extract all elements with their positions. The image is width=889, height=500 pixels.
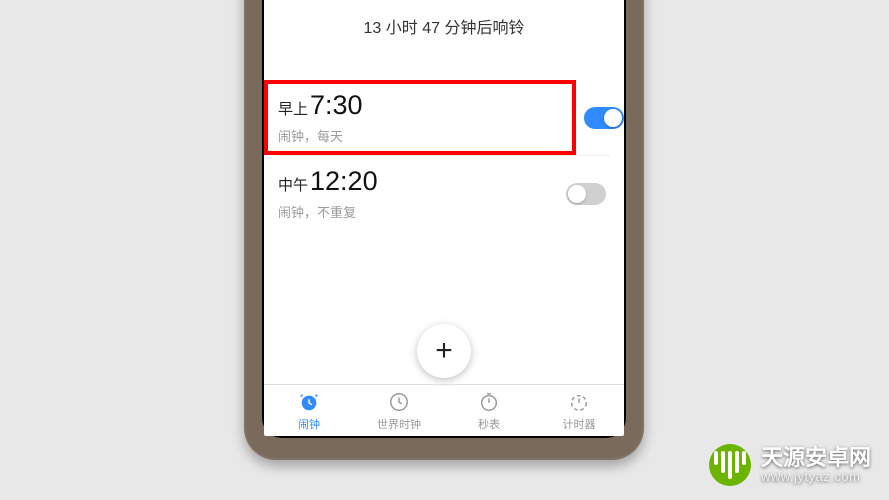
tab-label: 计时器: [563, 416, 596, 432]
toggle-knob: [604, 109, 622, 127]
app-screen: 傍晚 6:12:02 13 小时 47 分钟后响铃 早上 7:30 闹钟，每天: [264, 0, 624, 436]
tab-world-clock[interactable]: 世界时钟: [354, 391, 444, 432]
timer-icon: [568, 391, 590, 413]
alarm-time-value: 12:20: [310, 166, 378, 197]
tab-bar: 闹钟 世界时钟 秒表 计时器: [264, 384, 624, 436]
alarm-row-1[interactable]: 早上 7:30 闹钟，每天: [264, 80, 624, 155]
alarm-icon: [298, 391, 320, 413]
watermark-text: 天源安卓网 www.jytyaz.com: [761, 445, 871, 485]
tab-alarm[interactable]: 闹钟: [264, 391, 354, 432]
alarm-info: 早上 7:30 闹钟，每天: [278, 90, 558, 145]
alarm-toggle[interactable]: [584, 107, 624, 129]
alarm-time: 早上 7:30: [278, 90, 558, 121]
alarm-time-value: 7:30: [310, 90, 363, 121]
alarm-row-2[interactable]: 中午 12:20 闹钟，不重复: [264, 156, 624, 231]
stopwatch-icon: [478, 391, 500, 413]
world-clock-icon: [388, 391, 410, 413]
tab-label: 世界时钟: [377, 416, 421, 432]
fab-area: +: [264, 316, 624, 384]
tab-label: 闹钟: [298, 416, 320, 432]
alarm-subtitle: 闹钟，每天: [278, 126, 558, 145]
tab-label: 秒表: [478, 416, 500, 432]
alarm-subtitle: 闹钟，不重复: [278, 202, 566, 221]
next-alarm-hint: 13 小时 47 分钟后响铃: [264, 14, 624, 38]
alarm-info: 中午 12:20 闹钟，不重复: [278, 166, 566, 221]
alarm-toggle[interactable]: [566, 183, 606, 205]
watermark: 天源安卓网 www.jytyaz.com: [709, 444, 871, 486]
alarm-row-content[interactable]: 早上 7:30 闹钟，每天: [264, 80, 576, 155]
tab-stopwatch[interactable]: 秒表: [444, 391, 534, 432]
toggle-knob: [568, 185, 586, 203]
alarm-period: 早上: [278, 98, 308, 119]
add-alarm-button[interactable]: +: [417, 324, 471, 378]
phone-bezel: 傍晚 6:12:02 13 小时 47 分钟后响铃 早上 7:30 闹钟，每天: [262, 0, 626, 438]
alarm-time: 中午 12:20: [278, 166, 566, 197]
watermark-logo-icon: [709, 444, 751, 486]
tab-timer[interactable]: 计时器: [534, 391, 624, 432]
phone-frame: 傍晚 6:12:02 13 小时 47 分钟后响铃 早上 7:30 闹钟，每天: [244, 0, 644, 460]
current-time-block: 傍晚 6:12:02 13 小时 47 分钟后响铃: [264, 0, 624, 56]
alarm-list: 早上 7:30 闹钟，每天 中午 12:20 闹钟，不重复: [264, 56, 624, 316]
watermark-url: www.jytyaz.com: [761, 470, 871, 485]
alarm-period: 中午: [278, 174, 308, 195]
watermark-title: 天源安卓网: [761, 445, 871, 470]
